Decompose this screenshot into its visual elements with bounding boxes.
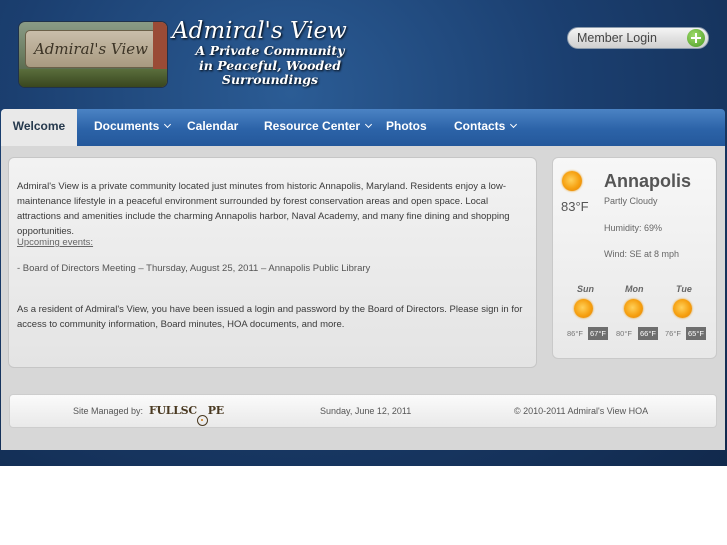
tagline-line: A Private Community — [195, 43, 345, 58]
logo-grass — [19, 69, 167, 87]
weather-widget: Annapolis 83°F Partly Cloudy Humidity: 6… — [552, 157, 717, 359]
tagline: A Private Community in Peaceful, Wooded … — [180, 43, 360, 88]
fullscope-o-icon — [196, 415, 208, 426]
nav-documents[interactable]: Documents — [94, 109, 172, 146]
nav-resource-center[interactable]: Resource Center — [264, 109, 373, 146]
managed-by-label: Site Managed by: — [73, 406, 144, 416]
tagline-line: in Peaceful, Wooded — [199, 57, 341, 73]
forecast-high: 66°F — [638, 327, 658, 340]
login-note: As a resident of Admiral's View, you hav… — [17, 304, 523, 330]
event-item: - Board of Directors Meeting – Thursday,… — [17, 263, 371, 274]
member-login-label: Member Login — [577, 31, 657, 45]
nav-label: Resource Center — [264, 119, 361, 133]
forecast-low: 76°F — [665, 329, 681, 338]
nav-label: Contacts — [454, 119, 506, 133]
footer-copyright: © 2010-2011 Admiral's View HOA — [514, 406, 649, 416]
nav-label: Welcome — [12, 119, 66, 133]
forecast-low: 80°F — [616, 329, 632, 338]
chevron-down-icon — [365, 120, 373, 129]
forecast-day: Mon — [625, 284, 644, 294]
forecast-day: Tue — [676, 284, 692, 294]
main-nav: Welcome Documents Calendar Resource Cent… — [1, 109, 725, 146]
weather-humidity: Humidity: 69% — [604, 223, 663, 233]
site-title: Admiral's View — [172, 18, 347, 44]
tagline-line: Surroundings — [221, 72, 319, 87]
nav-calendar[interactable]: Calendar — [187, 109, 238, 146]
footer-date: Sunday, June 12, 2011 — [320, 406, 412, 416]
page: Admiral's View Admiral's View A Private … — [0, 0, 727, 545]
logo-sign: Admiral's View — [25, 30, 157, 68]
forecast-day: Sun — [577, 284, 594, 294]
upcoming-events-link[interactable]: Upcoming events: — [17, 235, 527, 250]
chevron-down-icon — [510, 120, 518, 129]
logo[interactable]: Admiral's View — [18, 21, 168, 88]
partly-cloudy-icon — [574, 299, 593, 318]
nav-welcome[interactable]: Welcome — [1, 109, 77, 146]
nav-contacts[interactable]: Contacts — [454, 109, 518, 146]
welcome-panel: Admiral's View is a private community lo… — [8, 157, 537, 368]
forecast-high: 65°F — [686, 327, 706, 340]
nav-label: Photos — [386, 119, 427, 133]
nav-label: Documents — [94, 119, 160, 133]
intro-paragraph: Admiral's View is a private community lo… — [17, 181, 510, 237]
logo-sign-text: Admiral's View — [33, 40, 149, 58]
nav-label: Calendar — [187, 119, 239, 133]
footer: Site Managed by: FULLSC PE Sunday, June 1… — [9, 394, 717, 428]
weather-temp: 83°F — [561, 199, 589, 214]
weather-city: Annapolis — [604, 171, 692, 191]
forecast-high: 67°F — [588, 327, 608, 340]
weather-wind: Wind: SE at 8 mph — [604, 249, 680, 259]
nav-photos[interactable]: Photos — [386, 109, 427, 146]
partly-cloudy-icon — [673, 299, 692, 318]
chevron-down-icon — [164, 120, 172, 129]
partly-cloudy-icon — [562, 171, 582, 191]
plus-icon[interactable] — [687, 29, 705, 47]
member-login-button[interactable]: Member Login — [567, 27, 709, 49]
sunny-icon — [624, 299, 643, 318]
forecast-low: 86°F — [567, 329, 583, 338]
fullscope-logo[interactable]: FULLSC PE — [149, 404, 224, 426]
weather-condition: Partly Cloudy — [604, 196, 658, 206]
